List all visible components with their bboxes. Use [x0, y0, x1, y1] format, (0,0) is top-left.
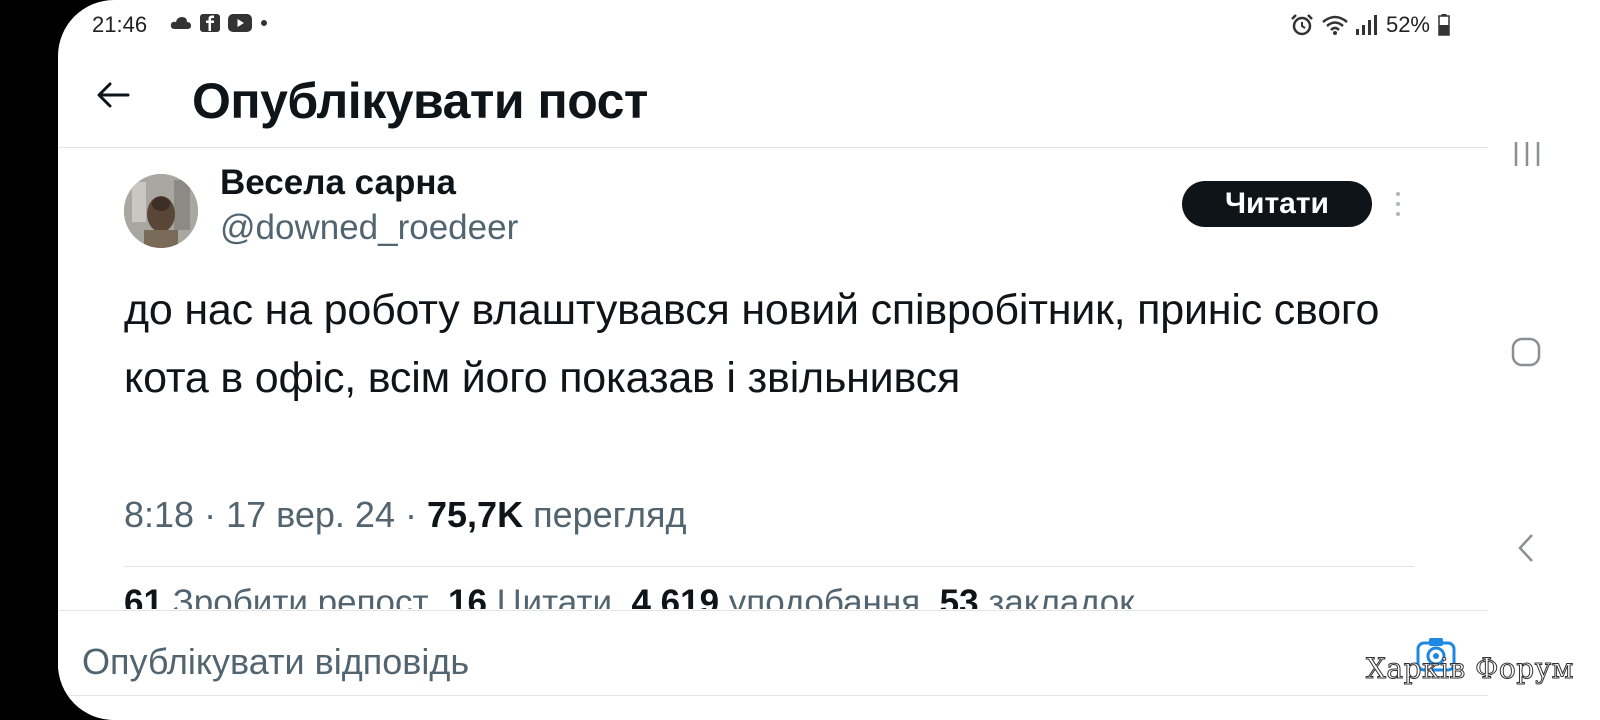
author-handle[interactable]: @downed_roedeer — [220, 208, 518, 248]
cloud-icon — [170, 17, 191, 29]
signal-icon — [1355, 15, 1377, 35]
views-count: 75,7K — [427, 494, 524, 535]
views-label: перегляд — [533, 494, 687, 535]
reposts-label: Зробити репост — [172, 584, 429, 609]
app-screen: 21:46 52% Опублікувати пост Весела сарна… — [58, 0, 1488, 720]
meta-separator: · — [404, 494, 417, 535]
status-right: 52% — [1290, 12, 1450, 38]
alarm-icon — [1291, 14, 1313, 36]
watermark: Харків Форум — [1366, 652, 1574, 686]
more-options-button[interactable] — [1388, 186, 1408, 222]
avatar-image — [124, 174, 198, 248]
reposts-count: 61 — [124, 584, 163, 609]
author-display-name[interactable]: Весела сарна — [220, 163, 456, 203]
bookmarks-stat[interactable]: 53 закладок — [940, 584, 1135, 609]
post-meta: 8:18 · 17 вер. 24 · 75,7K перегляд — [124, 494, 687, 536]
post-date: 17 вер. 24 — [226, 494, 395, 535]
meta-separator: · — [204, 494, 217, 535]
post-text: до нас на роботу влаштувався новий співр… — [124, 286, 1380, 402]
reply-input[interactable]: Опублікувати відповідь — [82, 641, 469, 683]
likes-stat[interactable]: 4 619 уподобання — [631, 584, 920, 609]
notification-icons — [170, 14, 268, 32]
back-button[interactable] — [88, 70, 138, 120]
system-nav-bar — [1488, 0, 1600, 720]
avatar[interactable] — [124, 174, 198, 248]
back-arrow-icon — [97, 82, 130, 108]
back-icon[interactable] — [1516, 532, 1536, 564]
engagement-stats: 61 Зробити репост 16 Цитати 4 619 уподоб… — [124, 584, 1424, 609]
status-bar: 21:46 52% — [58, 0, 1488, 48]
wifi-icon — [1322, 15, 1348, 35]
status-time: 21:46 — [92, 12, 148, 37]
more-vertical-icon — [1396, 192, 1400, 216]
bookmarks-count: 53 — [939, 584, 979, 609]
reply-bar: Опублікувати відповідь — [58, 610, 1488, 720]
reposts-stat[interactable]: 61 Зробити репост — [124, 584, 429, 609]
home-icon[interactable] — [1510, 336, 1542, 368]
bookmarks-label: закладок — [988, 584, 1135, 609]
battery-icon — [1438, 14, 1450, 36]
post-time: 8:18 — [124, 494, 195, 535]
quotes-label: Цитати — [496, 584, 613, 609]
youtube-icon — [228, 14, 252, 32]
follow-button[interactable]: Читати — [1182, 181, 1372, 227]
battery-percent: 52% — [1385, 12, 1430, 37]
page-header: Опублікувати пост — [58, 60, 1488, 148]
likes-label: уподобання — [728, 584, 921, 609]
dot-icon — [261, 20, 267, 26]
divider — [124, 566, 1414, 567]
quotes-stat[interactable]: 16 Цитати — [448, 584, 612, 609]
facebook-icon — [200, 14, 220, 32]
page-title: Опублікувати пост — [192, 73, 648, 129]
divider — [58, 695, 1488, 696]
quotes-count: 16 — [447, 584, 487, 609]
likes-count: 4 619 — [631, 584, 720, 609]
recent-apps-icon[interactable] — [1512, 140, 1542, 168]
